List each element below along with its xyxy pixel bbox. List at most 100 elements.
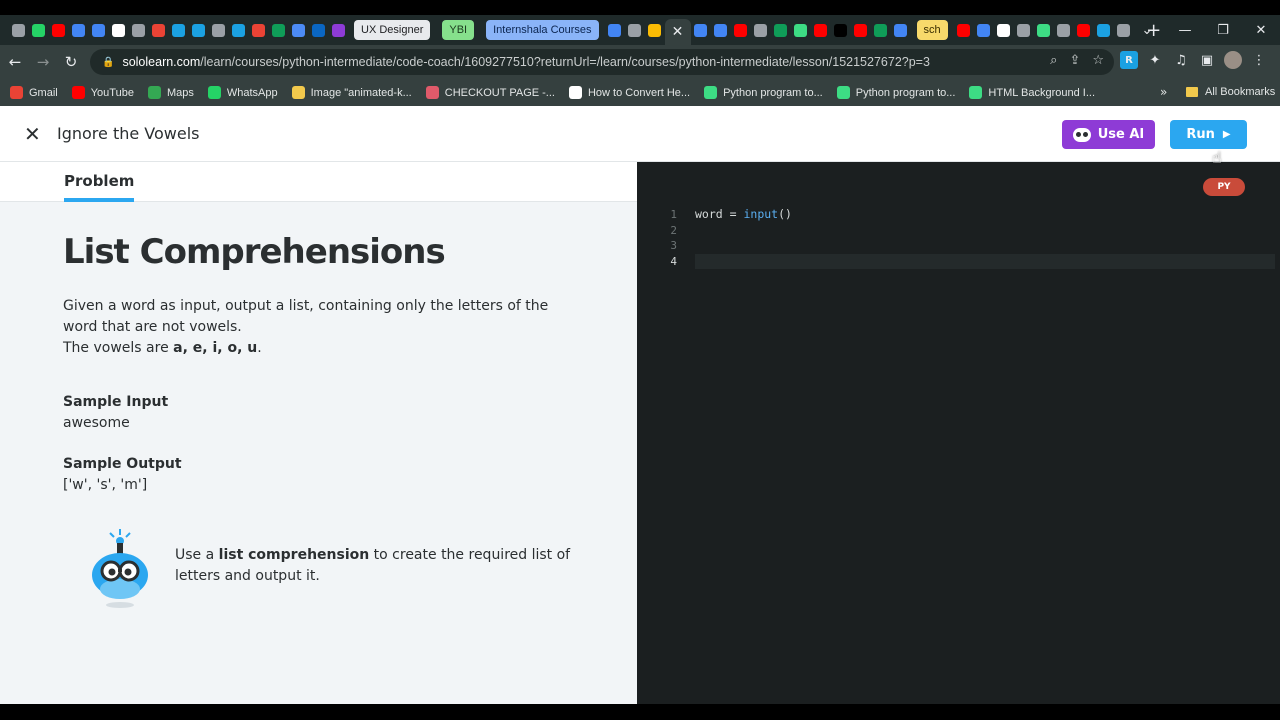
tab-favicon[interactable]: [751, 20, 771, 40]
lesson-header: ✕ Ignore the Vowels Use AI Run ▶: [0, 106, 1280, 162]
lesson-title: Ignore the Vowels: [57, 124, 200, 143]
maximize-icon[interactable]: ❐: [1204, 23, 1242, 38]
close-window-icon[interactable]: ✕: [1242, 23, 1280, 38]
bookmark-item[interactable]: YouTube: [71, 86, 134, 99]
bookmark-star-icon[interactable]: ☆: [1092, 53, 1104, 68]
tab-ybi[interactable]: YBI: [442, 20, 475, 40]
language-badge[interactable]: PY: [1203, 178, 1245, 196]
media-controls-icon[interactable]: ♫: [1172, 51, 1190, 69]
run-button[interactable]: Run ▶: [1170, 120, 1247, 149]
extension-r-icon[interactable]: R: [1120, 51, 1138, 69]
sample-input-label: Sample Input: [63, 394, 169, 410]
hand-cursor-icon: ☝: [1212, 148, 1222, 167]
bookmark-item[interactable]: CHECKOUT PAGE -...: [425, 86, 555, 99]
tab-favicon[interactable]: [328, 20, 348, 40]
bookmark-item[interactable]: Image "animated-k...: [291, 86, 412, 99]
tab-favicon[interactable]: [68, 20, 88, 40]
bookmark-item[interactable]: Maps: [147, 86, 194, 99]
tab-favicon[interactable]: [1094, 20, 1114, 40]
tab-favicon[interactable]: [851, 20, 871, 40]
tab-favicon[interactable]: [148, 20, 168, 40]
back-arrow-icon[interactable]: ←: [2, 53, 28, 71]
tab-favicon[interactable]: [791, 20, 811, 40]
line-number: 3: [670, 239, 677, 252]
sample-output-value: ['w', 's', 'm']: [63, 477, 148, 493]
side-panel-icon[interactable]: ▣: [1198, 51, 1216, 69]
active-tab-close-icon[interactable]: ✕: [664, 19, 691, 45]
tab-favicon[interactable]: [128, 20, 148, 40]
tab-search-chevron-icon[interactable]: ⌄: [1128, 23, 1166, 38]
tab-favicon[interactable]: [1014, 20, 1034, 40]
bookmark-item[interactable]: Python program to...: [836, 86, 955, 99]
close-lesson-icon[interactable]: ✕: [24, 122, 41, 146]
tab-favicon[interactable]: [871, 20, 891, 40]
code-line-current[interactable]: [695, 253, 1275, 269]
all-bookmarks-folder[interactable]: All Bookmarks: [1186, 86, 1275, 98]
reload-icon[interactable]: ↻: [58, 53, 84, 71]
tab-favicon[interactable]: [645, 20, 665, 40]
code-line[interactable]: [695, 238, 1275, 254]
tab-internshala-courses[interactable]: Internshala Courses: [486, 20, 599, 40]
tab-favicon[interactable]: [1074, 20, 1094, 40]
tab-favicon[interactable]: [974, 20, 994, 40]
bookmark-item[interactable]: HTML Background I...: [969, 86, 1095, 99]
bookmark-item[interactable]: WhatsApp: [207, 86, 278, 99]
minimize-icon[interactable]: —: [1166, 23, 1204, 38]
menu-kebab-icon[interactable]: ⋮: [1250, 51, 1268, 69]
tab-favicon[interactable]: [288, 20, 308, 40]
tab-favicon[interactable]: [811, 20, 831, 40]
line-number: 4: [670, 254, 677, 268]
tab-favicon[interactable]: [48, 20, 68, 40]
share-icon[interactable]: ⇪: [1069, 53, 1080, 68]
bookmark-item[interactable]: Python program to...: [704, 86, 823, 99]
tab-favicon[interactable]: [711, 20, 731, 40]
tab-favicon[interactable]: [625, 20, 645, 40]
tab-ux-designer[interactable]: UX Designer: [354, 20, 431, 40]
address-bar[interactable]: 🔒 sololearn.com/learn/courses/python-int…: [90, 49, 1114, 75]
mascot-robot-icon: [92, 529, 148, 608]
tab-favicon[interactable]: [605, 20, 625, 40]
bookmark-favicon-icon: [10, 86, 23, 99]
url-text[interactable]: sololearn.com/learn/courses/python-inter…: [122, 55, 929, 69]
profile-avatar[interactable]: [1224, 51, 1242, 69]
tab-favicon[interactable]: [831, 20, 851, 40]
forward-arrow-icon[interactable]: →: [30, 53, 56, 71]
tab-favicon[interactable]: [731, 20, 751, 40]
bookmark-favicon-icon: [147, 86, 161, 99]
use-ai-button[interactable]: Use AI: [1062, 120, 1155, 149]
tab-favicon[interactable]: [1054, 20, 1074, 40]
tab-favicon[interactable]: [28, 20, 48, 40]
code-editor[interactable]: PY 1 2 3 4 word = input(): [637, 162, 1280, 704]
site-info-lock-icon[interactable]: 🔒: [102, 57, 114, 68]
tab-favicon[interactable]: [168, 20, 188, 40]
code-line[interactable]: [695, 223, 1275, 239]
tab-favicon[interactable]: [954, 20, 974, 40]
tab-favicon[interactable]: [228, 20, 248, 40]
tab-favicon[interactable]: [248, 20, 268, 40]
problem-title: List Comprehensions: [63, 232, 446, 272]
tab-favicon[interactable]: [108, 20, 128, 40]
bookmark-favicon-icon: [568, 86, 582, 99]
bookmark-item[interactable]: How to Convert He...: [568, 86, 690, 99]
bookmark-item[interactable]: Gmail: [10, 86, 58, 99]
tab-sch[interactable]: sch: [916, 20, 948, 40]
tab-favicon[interactable]: [691, 20, 711, 40]
tab-favicon[interactable]: [308, 20, 328, 40]
zoom-icon[interactable]: ⌕: [1050, 53, 1057, 68]
tab-favicon[interactable]: [994, 20, 1014, 40]
tab-favicon[interactable]: [188, 20, 208, 40]
code-area[interactable]: word = input(): [695, 207, 1275, 269]
tab-favicon[interactable]: [88, 20, 108, 40]
tab-favicon[interactable]: [268, 20, 288, 40]
tab-problem[interactable]: Problem: [64, 172, 135, 202]
bookmark-favicon-icon: [704, 86, 718, 99]
tab-favicon[interactable]: [208, 20, 228, 40]
bookmarks-overflow-icon[interactable]: »: [1160, 85, 1167, 99]
tab-favicon[interactable]: [1034, 20, 1054, 40]
line-number: 2: [670, 223, 677, 237]
tab-favicon[interactable]: [771, 20, 791, 40]
extensions-puzzle-icon[interactable]: ✦: [1146, 51, 1164, 69]
tab-favicon[interactable]: [8, 20, 28, 40]
code-line[interactable]: word = input(): [695, 207, 1275, 223]
tab-favicon[interactable]: [891, 20, 911, 40]
